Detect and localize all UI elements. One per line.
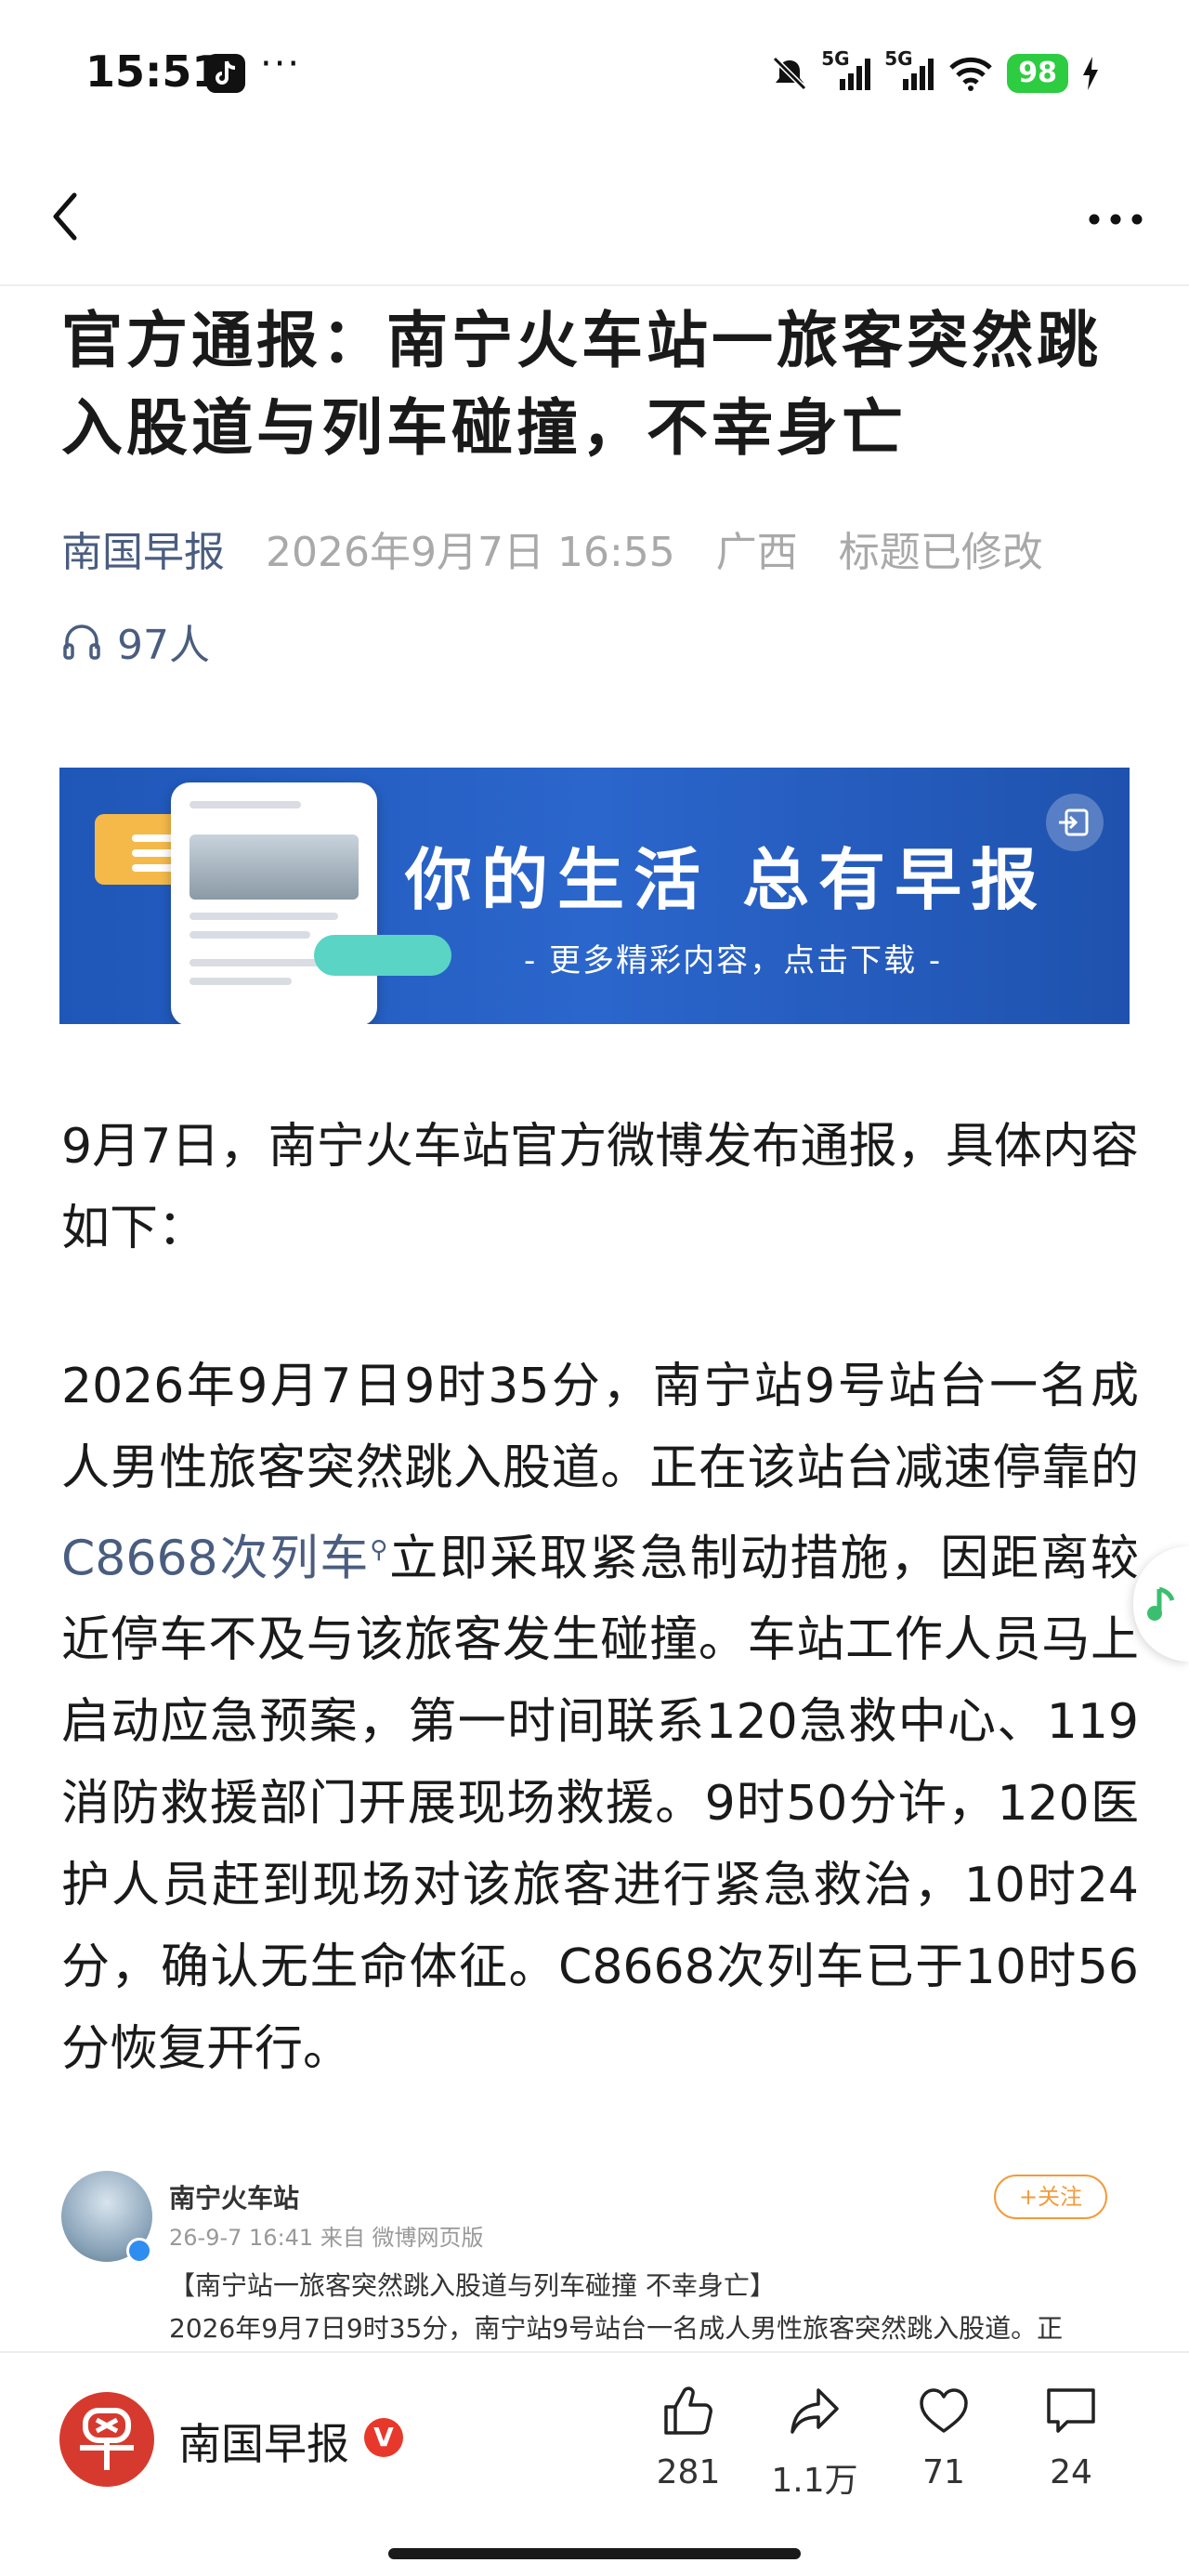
headphones-icon [63, 624, 100, 660]
banner-bubble-decoration [314, 935, 451, 976]
article-modified: 标题已修改 [838, 529, 1043, 576]
wifi-icon [949, 57, 992, 91]
share-count: 1.1万 [771, 2462, 858, 2500]
status-bar: 15:51 ··· 5G 5G 98 [0, 0, 1189, 149]
thumbs-up-icon [664, 2386, 712, 2435]
verified-v-badge: V [364, 2418, 403, 2457]
signal-label-2: 5G [884, 47, 913, 70]
article-paragraph-2: 2026年9月7日9时35分，南宁站9号站台一名成人男性旅客突然跳入股道。正在该… [61, 1346, 1139, 2090]
weibo-account-name[interactable]: 南宁火车站 [169, 2178, 299, 2215]
article-date: 2026年9月7日 16:55 [266, 529, 675, 576]
banner-slogan: 你的生活 总有早报 [405, 841, 1048, 919]
weibo-embed-card[interactable]: 南宁火车站 26-9-7 16:41 来自 微博网页版 +关注 【南宁站一旅客突… [59, 2165, 1130, 2351]
chevron-left-icon[interactable] [35, 184, 100, 249]
train-link[interactable]: C8668次列车 [61, 1531, 370, 1586]
favorite-count: 71 [922, 2453, 965, 2491]
heart-icon [920, 2388, 968, 2433]
brand-name[interactable]: 南国早报 [178, 2411, 349, 2472]
article-source[interactable]: 南国早报 [61, 529, 225, 576]
notification-more-icon: ··· [260, 43, 302, 85]
comment-button[interactable]: 24 [1015, 2381, 1127, 2520]
app-download-banner[interactable]: 你的生活 总有早报 - 更多精彩内容，点击下载 - [59, 768, 1130, 1024]
music-note-icon [1147, 1586, 1175, 1621]
comment-bubble-icon [1047, 2388, 1095, 2433]
search-icon[interactable]: ⚲ [370, 1509, 387, 1591]
status-time: 15:51 [85, 46, 222, 97]
signal-icon: 5G [821, 47, 871, 92]
verified-badge-icon [126, 2238, 152, 2264]
weibo-post-title: 【南宁站一旅客突然跳入股道与列车碰撞 不幸身亡】 [169, 2270, 776, 2301]
status-icons: 5G 5G 98 [771, 47, 1100, 95]
article-meta: 南国早报 2026年9月7日 16:55 广西 标题已修改 [61, 520, 1157, 585]
comment-count: 24 [1050, 2453, 1092, 2491]
charging-icon [1083, 57, 1098, 90]
weibo-post-text: 2026年9月7日9时35分，南宁站9号站台一名成人男性旅客突然跳入股道。正 [169, 2313, 1064, 2344]
more-horizontal-icon[interactable] [1083, 201, 1148, 238]
floating-music-button[interactable] [1133, 1546, 1189, 1662]
article-title: 官方通报：南宁火车站一旅客突然跳入股道与列车碰撞，不幸身亡 [61, 305, 1102, 464]
listen-count-label: 97人 [117, 622, 210, 669]
bottom-action-bar: 南国早报 V 281 1.1万 71 24 [0, 2351, 1189, 2576]
home-indicator[interactable] [388, 2548, 801, 2559]
share-button[interactable]: 1.1万 [759, 2381, 870, 2520]
share-arrow-icon [790, 2388, 839, 2434]
banner-subtitle: - 更多精彩内容，点击下载 - [524, 942, 943, 979]
follow-button[interactable]: +关注 [994, 2175, 1107, 2219]
brand-logo[interactable] [59, 2392, 154, 2487]
favorite-button[interactable]: 71 [888, 2381, 1000, 2520]
exit-icon[interactable] [1046, 794, 1104, 851]
signal-label: 5G [821, 47, 850, 70]
mute-icon [773, 56, 807, 91]
tiktok-icon [206, 54, 245, 93]
nav-bar [0, 149, 1189, 286]
banner-phone-illustration [171, 782, 377, 1024]
battery-level: 98 [1007, 54, 1068, 93]
article-paragraph-1: 9月7日，南宁火车站官方微博发布通报，具体内容如下： [61, 1119, 1139, 1256]
like-count: 281 [656, 2453, 721, 2491]
weibo-post-time: 26-9-7 16:41 来自 微博网页版 [169, 2225, 484, 2251]
paragraph-2-text-b: 立即采取紧急制动措施，因距离较近停车不及与该旅客发生碰撞。车站工作人员马上启动应… [61, 1531, 1139, 2078]
like-button[interactable]: 281 [633, 2381, 744, 2520]
listen-count[interactable]: 97人 [61, 609, 210, 674]
article-region: 广西 [715, 529, 798, 576]
signal-icon-2: 5G [884, 47, 934, 92]
paragraph-2-text-a: 2026年9月7日9时35分，南宁站9号站台一名成人男性旅客突然跳入股道。正在该… [61, 1359, 1139, 1496]
